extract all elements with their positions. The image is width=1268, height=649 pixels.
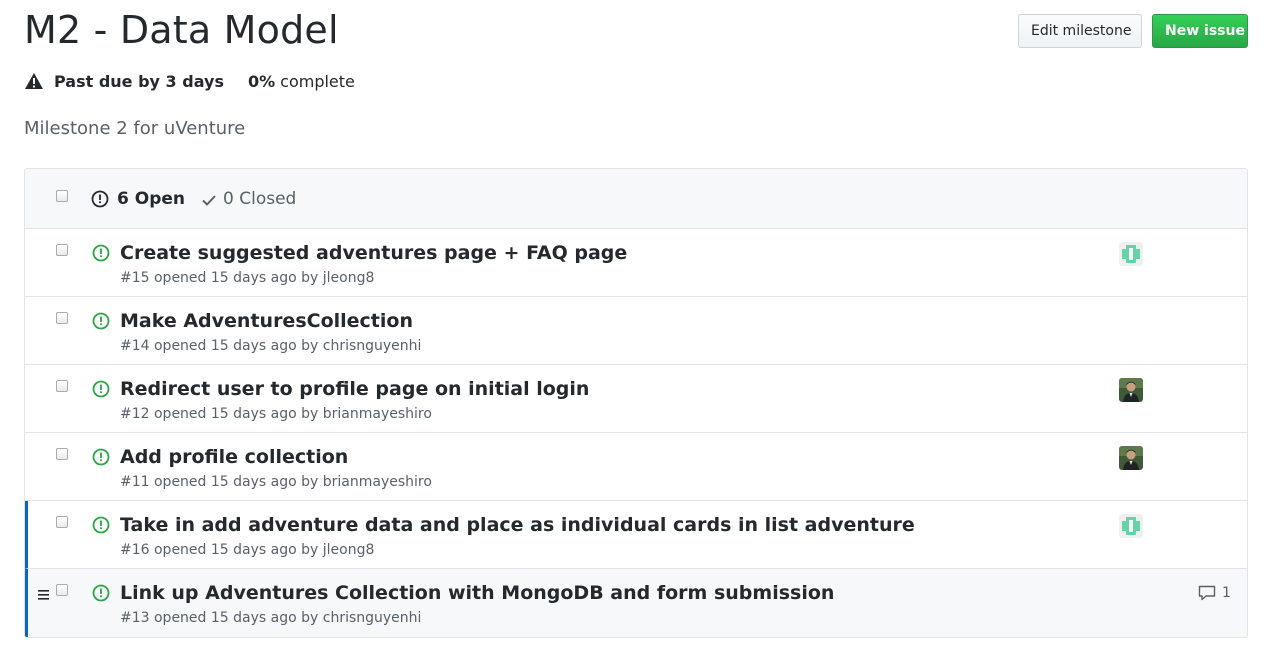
comment-count-link[interactable]: 1 [1198,585,1231,601]
issue-checkbox[interactable] [56,584,68,596]
issue-row[interactable]: Take in add adventure data and place as … [25,501,1247,569]
comment-count: 1 [1222,585,1231,601]
progress-percent: 0% [247,71,276,91]
issue-title-link[interactable]: Make AdventuresCollection [120,309,413,333]
issue-opened-icon [92,584,110,602]
edit-milestone-button[interactable]: Edit milestone [1018,14,1142,48]
comment-icon [1198,585,1216,601]
issue-title-link[interactable]: Link up Adventures Collection with Mongo… [120,581,834,605]
issue-opened-icon [92,380,110,398]
issue-title-link[interactable]: Create suggested adventures page + FAQ p… [120,241,627,265]
issue-meta: #16 opened 15 days ago by jleong8 [120,542,375,558]
issue-meta: #12 opened 15 days ago by brianmayeshiro [120,406,432,422]
assignee-avatar[interactable] [1119,514,1143,538]
issue-meta: #13 opened 15 days ago by chrisnguyenhi [120,610,422,626]
issue-opened-icon [92,448,110,466]
issue-state-filter: 6 Open 0 Closed [91,187,296,211]
assignee-avatar[interactable] [1119,446,1143,470]
new-issue-button[interactable]: New issue [1152,14,1248,48]
due-status: Past due by 3 days [54,71,224,91]
issues-list-header: 6 Open 0 Closed [25,169,1247,229]
issue-checkbox[interactable] [56,244,68,256]
issue-meta: #14 opened 15 days ago by chrisnguyenhi [120,338,422,354]
issue-row[interactable]: Redirect user to profile page on initial… [25,365,1247,433]
issue-checkbox[interactable] [56,380,68,392]
page-title: M2 - Data Model [24,8,339,52]
milestone-meta: Past due by 3 days 0% complete [24,70,355,92]
select-all-checkbox[interactable] [56,190,68,202]
issue-opened-icon [92,312,110,330]
issue-meta: #15 opened 15 days ago by jleong8 [120,270,375,286]
drag-handle-icon[interactable] [38,585,49,600]
issue-checkbox[interactable] [56,448,68,460]
issue-row[interactable]: Add profile collection #11 opened 15 day… [25,433,1247,501]
issue-checkbox[interactable] [56,312,68,324]
assignee-avatar[interactable] [1119,378,1143,402]
issue-opened-icon [92,516,110,534]
issue-title-link[interactable]: Redirect user to profile page on initial… [120,377,589,401]
issue-title-link[interactable]: Add profile collection [120,445,348,469]
issue-opened-icon [91,190,109,208]
issue-checkbox[interactable] [56,516,68,528]
closed-issues-tab[interactable]: 0 Closed [223,189,296,209]
milestone-description: Milestone 2 for uVenture [24,118,246,139]
open-issues-tab[interactable]: 6 Open [117,189,185,209]
progress-label: complete [280,71,355,91]
issue-row[interactable]: Create suggested adventures page + FAQ p… [25,229,1247,297]
issue-title-link[interactable]: Take in add adventure data and place as … [120,513,915,537]
issues-list: 6 Open 0 Closed Create suggested adventu… [24,168,1248,638]
assignee-avatar[interactable] [1119,242,1143,266]
check-icon [201,192,217,206]
issue-opened-icon [92,244,110,262]
alert-icon [24,72,44,90]
issue-row[interactable]: Link up Adventures Collection with Mongo… [25,569,1247,637]
milestone-page: M2 - Data Model Edit milestone New issue… [0,0,1268,649]
issue-meta: #11 opened 15 days ago by brianmayeshiro [120,474,432,490]
issue-row[interactable]: Make AdventuresCollection #14 opened 15 … [25,297,1247,365]
